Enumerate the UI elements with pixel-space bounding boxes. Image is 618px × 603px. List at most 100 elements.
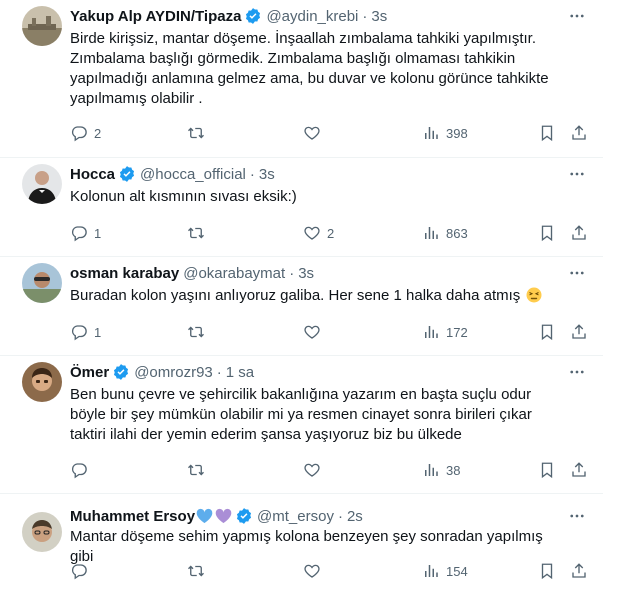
verified-badge-icon	[112, 363, 130, 381]
tweet-header: Yakup Alp AYDIN/Tipaza @aydin_krebi · 3s	[70, 6, 387, 26]
display-name[interactable]: Ömer	[70, 364, 109, 381]
reply-icon	[71, 564, 87, 580]
action-bar: 2 398	[70, 123, 590, 143]
like-button[interactable]: 2	[303, 223, 334, 243]
tweet-text: Kolonun alt kısmının sıvası eksik:)	[70, 188, 297, 205]
handle[interactable]: @aydin_krebi	[266, 8, 358, 25]
timestamp[interactable]: 2s	[347, 508, 363, 525]
handle[interactable]: @okarabaymat	[183, 265, 285, 282]
heart-icon	[304, 463, 320, 477]
analytics-icon	[425, 227, 438, 239]
like-button[interactable]	[303, 561, 327, 581]
avatar[interactable]	[22, 512, 62, 552]
analytics-icon	[425, 565, 438, 577]
like-button[interactable]	[303, 460, 327, 480]
display-name[interactable]: Muhammet Ersoy	[70, 508, 195, 525]
retweet-icon	[188, 127, 204, 139]
analytics-icon	[425, 464, 438, 476]
share-icon[interactable]	[570, 123, 588, 143]
tweet-header: Ömer @omrozr93 · 1 sa	[70, 362, 254, 382]
reply-button[interactable]: 2	[70, 123, 101, 143]
analytics-icon	[425, 326, 438, 338]
view-count: 398	[446, 125, 468, 141]
avatar[interactable]	[22, 6, 62, 46]
handle[interactable]: @mt_ersoy	[257, 508, 334, 525]
reply-count: 1	[94, 324, 102, 340]
verified-badge-icon	[235, 507, 253, 525]
bookmark-icon[interactable]	[538, 460, 556, 480]
handle[interactable]: @hocca_official	[140, 166, 246, 183]
like-button[interactable]	[303, 123, 327, 143]
views-button[interactable]: 863	[422, 223, 468, 243]
tweet[interactable]: Ömer @omrozr93 · 1 sa Ben bunu çevre ve …	[0, 356, 603, 494]
view-count: 154	[446, 563, 468, 579]
retweet-icon	[188, 326, 204, 338]
separator-dot: ·	[249, 165, 255, 183]
bookmark-icon[interactable]	[538, 322, 556, 342]
display-name[interactable]: Yakup Alp AYDIN/Tipaza	[70, 8, 241, 25]
timestamp[interactable]: 3s	[298, 265, 314, 282]
reply-button[interactable]	[70, 460, 94, 480]
more-options-icon[interactable]	[567, 263, 587, 283]
purple-heart-icon	[215, 508, 232, 524]
reply-icon	[71, 463, 87, 479]
action-bar: 1 172	[70, 322, 590, 342]
tweet[interactable]: Yakup Alp AYDIN/Tipaza @aydin_krebi · 3s…	[0, 0, 603, 158]
share-icon[interactable]	[570, 223, 588, 243]
retweet-icon	[188, 464, 204, 476]
reply-button[interactable]	[70, 561, 94, 581]
views-button[interactable]: 38	[422, 460, 460, 480]
view-count: 172	[446, 324, 468, 340]
timestamp[interactable]: 1 sa	[226, 364, 254, 381]
bookmark-icon[interactable]	[538, 223, 556, 243]
action-bar: 38	[70, 460, 590, 480]
reply-icon	[71, 226, 87, 242]
more-options-icon[interactable]	[567, 164, 587, 184]
display-name[interactable]: osman karabay	[70, 265, 179, 282]
views-button[interactable]: 398	[422, 123, 468, 143]
separator-dot: ·	[289, 264, 295, 282]
retweet-icon	[188, 227, 204, 239]
bookmark-icon[interactable]	[538, 561, 556, 581]
reply-button[interactable]: 1	[70, 223, 101, 243]
heart-icon	[304, 126, 320, 140]
like-button[interactable]	[303, 322, 327, 342]
avatar[interactable]	[22, 164, 62, 204]
verified-badge-icon	[118, 165, 136, 183]
retweet-button[interactable]	[187, 223, 211, 243]
reply-count: 1	[94, 225, 102, 241]
tweet[interactable]: osman karabay @okarabaymat · 3s Buradan …	[0, 257, 603, 356]
more-options-icon[interactable]	[567, 6, 587, 26]
share-icon[interactable]	[570, 460, 588, 480]
tweet-text: Birde kirişsiz, mantar döşeme. İnşaallah…	[70, 30, 549, 107]
share-icon[interactable]	[570, 561, 588, 581]
avatar[interactable]	[22, 362, 62, 402]
like-count: 2	[327, 225, 335, 241]
analytics-icon	[425, 127, 438, 139]
view-count: 863	[446, 225, 468, 241]
reply-button[interactable]: 1	[70, 322, 101, 342]
tweet[interactable]: Muhammet Ersoy @mt_ersoy · 2s Mantar döş…	[0, 494, 603, 603]
tweet[interactable]: Hocca @hocca_official · 3s Kolonun alt k…	[0, 158, 603, 257]
timestamp[interactable]: 3s	[371, 8, 387, 25]
more-options-icon[interactable]	[567, 506, 587, 526]
bookmark-icon[interactable]	[538, 123, 556, 143]
views-button[interactable]: 154	[422, 561, 468, 581]
retweet-button[interactable]	[187, 123, 211, 143]
views-button[interactable]: 172	[422, 322, 468, 342]
share-icon[interactable]	[570, 322, 588, 342]
verified-badge-icon	[244, 7, 262, 25]
heart-icon	[304, 226, 320, 240]
handle[interactable]: @omrozr93	[134, 364, 213, 381]
blue-heart-icon	[196, 508, 213, 524]
more-options-icon[interactable]	[567, 362, 587, 382]
action-bar: 1 2 863	[70, 223, 590, 243]
display-name[interactable]: Hocca	[70, 166, 115, 183]
retweet-button[interactable]	[187, 322, 211, 342]
avatar[interactable]	[22, 263, 62, 303]
retweet-button[interactable]	[187, 561, 211, 581]
heart-icon	[304, 325, 320, 339]
separator-dot: ·	[362, 7, 368, 25]
timestamp[interactable]: 3s	[259, 166, 275, 183]
retweet-button[interactable]	[187, 460, 211, 480]
